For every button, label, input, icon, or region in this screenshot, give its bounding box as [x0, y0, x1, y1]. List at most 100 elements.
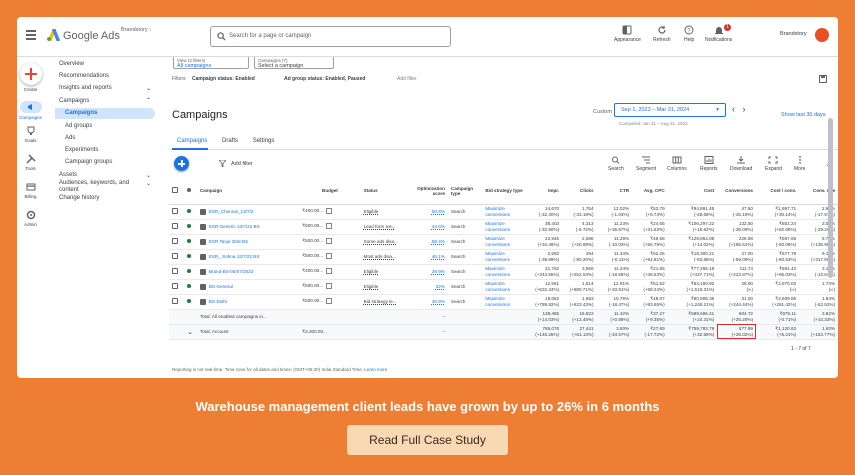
rail-campaigns[interactable]: Campaigns	[17, 101, 44, 120]
campaign-selector[interactable]: Campaigns (7) Select a campaign	[254, 57, 334, 69]
campaign-name-link[interactable]: ESR Tanje 25/8 BS	[209, 239, 248, 244]
bid-strategy-cell[interactable]: Maximize conversions	[482, 279, 528, 295]
campaign-name-link[interactable]: BS-Delhi	[209, 299, 227, 304]
campaign-name-link[interactable]: ESR_ Sohna 13/7/22 BS	[209, 254, 260, 259]
date-range-picker[interactable]: Sep 1, 2023 – Mar 31, 2024 ▾	[614, 103, 726, 117]
bid-strategy-cell[interactable]: Maximize conversions	[482, 234, 528, 250]
nav-assets[interactable]: Assets	[59, 172, 77, 178]
rail-admin[interactable]: Admin	[17, 210, 44, 227]
appearance-button[interactable]: Appearance	[614, 25, 641, 43]
bid-strategy-cell[interactable]: Maximize conversions	[482, 249, 528, 265]
menu-icon[interactable]	[26, 30, 36, 42]
nav-insights[interactable]: Insights and reports	[59, 85, 112, 91]
toolbar-expand[interactable]: Expand	[765, 156, 782, 172]
row-checkbox[interactable]	[172, 208, 178, 214]
campaign-name-link[interactable]: Brand-BS-05/07/2023	[209, 269, 253, 274]
col-impr[interactable]: Impr.	[527, 178, 563, 205]
status-value[interactable]: Bid strategy le...	[364, 299, 397, 304]
toolbar-search[interactable]: Search	[608, 156, 624, 172]
chevron-right-icon[interactable]: ›	[743, 104, 746, 114]
rail-create[interactable]: Create	[17, 63, 44, 92]
scrollbar[interactable]	[827, 93, 835, 373]
view-selector[interactable]: View (2 filters) All campaigns	[173, 57, 249, 69]
toolbar-download[interactable]: Download	[730, 156, 752, 172]
bid-strategy-cell[interactable]: Maximize conversions	[482, 264, 528, 280]
status-value[interactable]: Lead form ext...	[364, 224, 396, 229]
col-avg-cpc[interactable]: Avg. CPC	[632, 178, 668, 205]
row-checkbox[interactable]	[172, 268, 178, 274]
rail-billing[interactable]: Billing	[17, 182, 44, 199]
status-value[interactable]: Most ads disa...	[364, 254, 396, 259]
budget-chart-icon[interactable]	[326, 283, 333, 290]
filter-chip-campaign-status[interactable]: Campaign status: Enabled	[192, 76, 255, 82]
budget-chart-icon[interactable]	[326, 253, 333, 260]
toolbar-segment[interactable]: Segment	[636, 156, 656, 172]
nav-campaigns-group[interactable]: Campaigns	[59, 98, 89, 104]
table-row[interactable]: BS-General ₹500.00... Eligible 32% Search Max…	[169, 279, 838, 295]
avatar[interactable]	[815, 28, 829, 42]
refresh-button[interactable]: Refresh	[653, 25, 671, 43]
account-switcher[interactable]: Brandstory ›	[121, 27, 151, 33]
table-row[interactable]: ESR_Chennai_13/7/2 ₹400.00... Eligible 50.6…	[169, 204, 838, 220]
bid-strategy-cell[interactable]: Maximize conversions	[482, 204, 528, 220]
status-value[interactable]: Eligible	[364, 284, 379, 289]
optimization-score-value[interactable]: 32%	[436, 284, 445, 289]
bid-strategy-cell[interactable]: Maximize conversions	[482, 219, 528, 235]
optimization-score-value[interactable]: 58.4%	[432, 239, 445, 244]
enabled-status-dot[interactable]	[187, 239, 192, 243]
nav-campaign-groups[interactable]: Campaign groups	[65, 159, 112, 165]
chevron-left-icon[interactable]: ‹	[732, 104, 735, 114]
col-bid-strategy-type[interactable]: Bid strategy type	[482, 178, 528, 205]
enabled-status-dot[interactable]	[187, 254, 192, 258]
tab-settings[interactable]: Settings	[253, 138, 275, 144]
row-checkbox[interactable]	[172, 298, 178, 304]
chevron-down-icon[interactable]: ⌄	[146, 85, 151, 92]
filter-chip-ad-group-status[interactable]: Ad group status: Enabled, Paused	[284, 76, 365, 82]
enabled-status-dot[interactable]	[187, 209, 192, 213]
row-checkbox[interactable]	[172, 253, 178, 259]
rail-goals[interactable]: Goals	[17, 126, 44, 143]
col-optimization-score[interactable]: Optimization score	[409, 178, 448, 205]
nav-ads[interactable]: Ads	[65, 135, 75, 141]
enabled-status-dot[interactable]	[187, 224, 192, 228]
col-clicks[interactable]: Clicks	[562, 178, 597, 205]
expand-chevron-icon[interactable]: ⌄	[184, 324, 197, 340]
help-button[interactable]: ? Help	[684, 25, 694, 43]
save-icon[interactable]	[819, 75, 827, 83]
budget-chart-icon[interactable]	[326, 208, 333, 215]
enabled-status-dot[interactable]	[187, 299, 192, 303]
nav-ad-groups[interactable]: Ad groups	[65, 123, 92, 129]
optimization-score-value[interactable]: 46.1%	[432, 254, 445, 259]
budget-chart-icon[interactable]	[326, 298, 333, 305]
budget-chart-icon[interactable]	[326, 223, 333, 230]
nav-change-history[interactable]: Change history	[59, 195, 99, 201]
tab-drafts[interactable]: Drafts	[222, 138, 238, 144]
chevron-up-icon[interactable]: ⌃	[146, 97, 151, 104]
table-row[interactable]: ESR Generic 13/7/22 BS ₹500.00... Lead for…	[169, 219, 838, 235]
optimization-score-value[interactable]: 40.9%	[432, 299, 445, 304]
col-status[interactable]: Status	[360, 178, 410, 205]
budget-chart-icon[interactable]	[326, 238, 333, 245]
nav-audiences[interactable]: Audiences, keywords, and content	[59, 180, 139, 194]
table-row[interactable]: BS-Delhi ₹500.00... Bid strategy le... 40.9…	[169, 294, 838, 310]
campaign-name-link[interactable]: ESR_Chennai_13/7/2	[209, 209, 253, 214]
show-last-30-days-link[interactable]: Show last 30 days	[781, 112, 826, 118]
col-conversions[interactable]: Conversions	[717, 178, 756, 205]
add-filter-link[interactable]: Add filter	[397, 76, 417, 82]
table-row[interactable]: Brand-BS-05/07/2023 ₹400.00... Eligible 29.…	[169, 264, 838, 280]
toolbar-more[interactable]: More	[794, 156, 805, 172]
campaign-name-link[interactable]: ESR Generic 13/7/22 BS	[209, 224, 260, 229]
campaign-name-link[interactable]: BS-General	[209, 284, 233, 289]
read-case-study-button[interactable]: Read Full Case Study	[347, 425, 508, 455]
nav-experiments[interactable]: Experiments	[65, 147, 98, 153]
toolbar-columns[interactable]: Columns	[667, 156, 687, 172]
nav-recommendations[interactable]: Recommendations	[59, 73, 109, 79]
chevron-down-icon[interactable]: ⌄	[146, 172, 151, 179]
col-budget[interactable]: Budget	[299, 178, 361, 205]
rail-tools[interactable]: Tools	[17, 154, 44, 171]
filter-icon[interactable]	[219, 160, 226, 167]
enabled-status-dot[interactable]	[187, 284, 192, 288]
col-cost[interactable]: Cost	[667, 178, 718, 205]
total-enabled-label[interactable]: Total: All enabled campaigns in...	[196, 309, 410, 325]
chevron-down-icon[interactable]: ⌄	[146, 180, 151, 187]
